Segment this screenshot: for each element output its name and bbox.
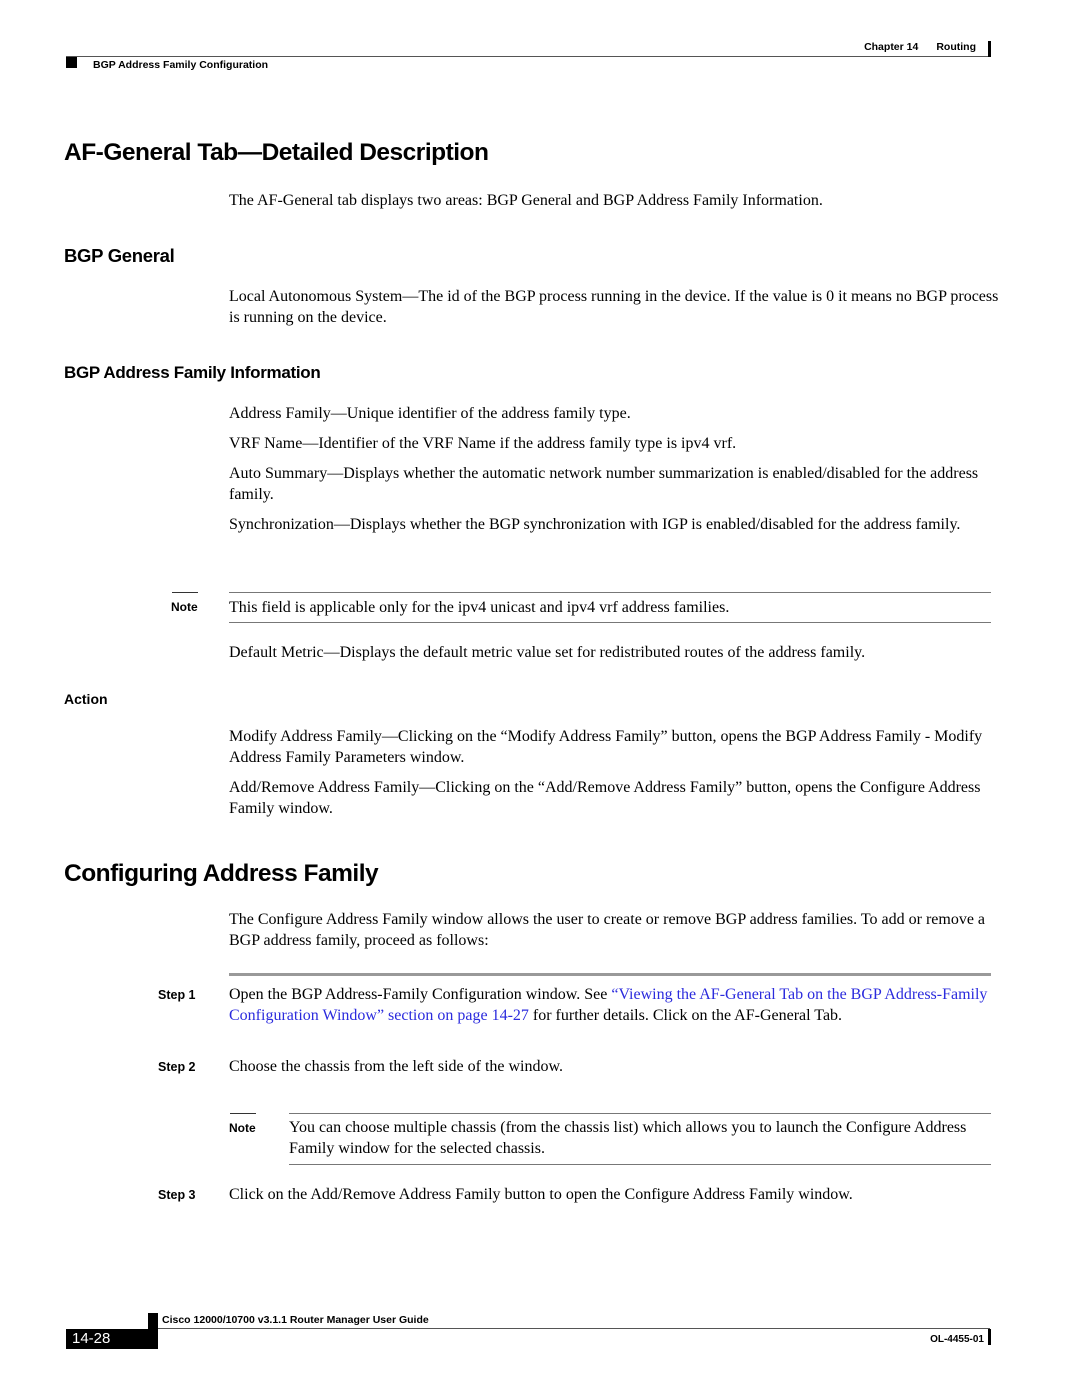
- bgp-general-text: Local Autonomous System—The id of the BG…: [229, 288, 999, 326]
- header-rule: [66, 56, 990, 57]
- footer-bar: [988, 1329, 991, 1345]
- section-title-configuring: Configuring Address Family: [64, 860, 379, 887]
- header-section-title: BGP Address Family Configuration: [93, 59, 269, 71]
- note-text: This field is applicable only for the ip…: [229, 599, 730, 616]
- subsection-title-bgp-af-info: BGP Address Family Information: [64, 363, 321, 382]
- header-chapter: Chapter 14 Routing: [864, 41, 976, 53]
- procedure-rule: [229, 973, 991, 976]
- footer-rule: [158, 1328, 990, 1329]
- footer-guide-title: Cisco 12000/10700 v3.1.1 Router Manager …: [162, 1314, 429, 1326]
- note-bottom-rule: [229, 622, 991, 623]
- header-chapter-label: Chapter 14: [864, 41, 919, 53]
- step-1-label: Step 1: [158, 988, 196, 1002]
- configuring-intro: The Configure Address Family window allo…: [229, 911, 986, 949]
- note-bottom-rule: [289, 1164, 991, 1165]
- footer-doc-code: OL-4455-01: [930, 1334, 984, 1345]
- note-marker-rule: [230, 1113, 256, 1114]
- header-marker: [66, 57, 77, 68]
- default-metric-text: Default Metric—Displays the default metr…: [229, 644, 866, 661]
- note-top-rule: [229, 592, 991, 593]
- step-2-text: Choose the chassis from the left side of…: [229, 1058, 564, 1075]
- note-text: You can choose multiple chassis (from th…: [289, 1119, 967, 1157]
- af-info-item: Synchronization—Displays whether the BGP…: [229, 516, 961, 533]
- af-info-item: Auto Summary—Displays whether the automa…: [229, 465, 979, 503]
- step-1-text: Open the BGP Address-Family Configuratio…: [229, 984, 994, 1026]
- header-bar: [988, 41, 991, 57]
- note-label: Note: [229, 1121, 256, 1135]
- af-info-item: Address Family—Unique identifier of the …: [229, 405, 631, 422]
- step-2-label: Step 2: [158, 1060, 196, 1074]
- af-info-item: VRF Name—Identifier of the VRF Name if t…: [229, 435, 737, 452]
- action-item: Modify Address Family—Clicking on the “M…: [229, 728, 983, 766]
- step-3-label: Step 3: [158, 1188, 196, 1202]
- note-label: Note: [171, 600, 198, 614]
- footer-page-number: 14-28: [66, 1329, 158, 1349]
- af-general-intro: The AF-General tab displays two areas: B…: [229, 192, 823, 209]
- step-1-text-after: for further details. Click on the AF-Gen…: [528, 1007, 843, 1024]
- section-title-af-general: AF-General Tab—Detailed Description: [64, 139, 489, 166]
- action-item: Add/Remove Address Family—Clicking on th…: [229, 779, 981, 817]
- step-3-text: Click on the Add/Remove Address Family b…: [229, 1186, 853, 1203]
- action-title: Action: [64, 691, 108, 707]
- header-chapter-title: Routing: [936, 41, 976, 53]
- step-1-text-before: Open the BGP Address-Family Configuratio…: [229, 986, 612, 1003]
- note-marker-rule: [172, 592, 198, 593]
- footer-marker: [148, 1313, 158, 1329]
- subsection-title-bgp-general: BGP General: [64, 245, 175, 266]
- note-top-rule: [289, 1113, 991, 1114]
